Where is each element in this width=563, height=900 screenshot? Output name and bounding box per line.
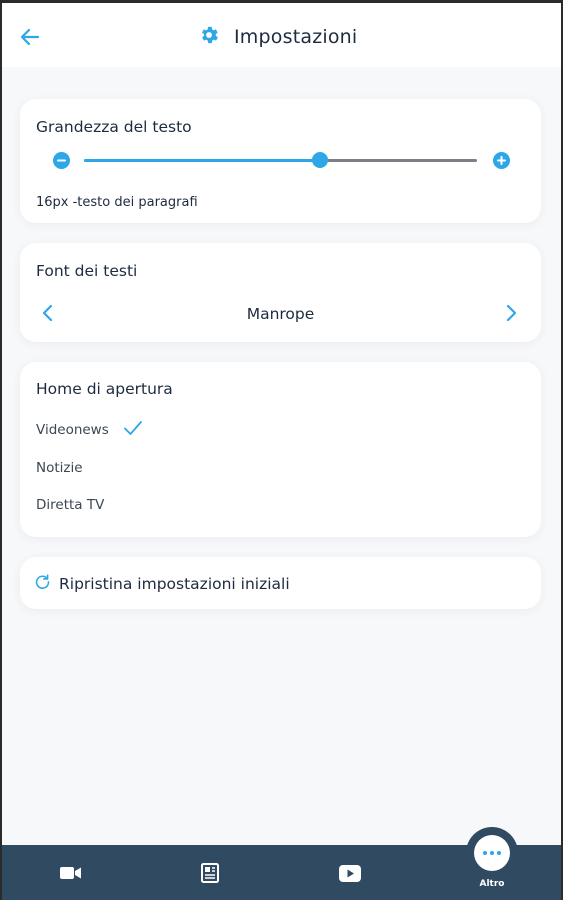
text-size-card: Grandezza del testo 16px -testo dei para… xyxy=(20,99,541,223)
plus-icon[interactable] xyxy=(493,152,510,169)
font-current-value: Manrope xyxy=(246,305,315,323)
home-title: Home di apertura xyxy=(36,380,173,398)
settings-screen: Impostazioni Grandezza del testo 16px -t… xyxy=(2,3,561,900)
arrow-left-icon[interactable] xyxy=(16,23,44,51)
text-size-slider-fill xyxy=(84,159,320,162)
gear-icon xyxy=(198,24,220,50)
header: Impostazioni xyxy=(2,3,561,67)
reset-label: Ripristina impostazioni iniziali xyxy=(59,574,290,593)
reset-card[interactable]: Ripristina impostazioni iniziali xyxy=(20,557,541,609)
reset-icon xyxy=(34,573,51,594)
page-title-group: Impostazioni xyxy=(198,21,357,53)
newspaper-icon[interactable] xyxy=(196,861,224,885)
text-size-title: Grandezza del testo xyxy=(36,118,192,136)
minus-icon[interactable] xyxy=(53,152,70,169)
option-label: Notizie xyxy=(36,460,83,476)
home-option-notizie[interactable]: Notizie xyxy=(36,460,83,476)
option-label: Diretta TV xyxy=(36,497,105,513)
home-option-videonews[interactable]: Videonews xyxy=(36,420,143,440)
text-size-caption: 16px -testo dei paragrafi xyxy=(36,195,198,210)
home-card: Home di apertura Videonews Notizie Diret… xyxy=(20,362,541,537)
more-label: Altro xyxy=(479,879,505,889)
check-icon xyxy=(123,420,143,440)
reset-button[interactable]: Ripristina impostazioni iniziali xyxy=(34,573,290,594)
font-card: Font dei testi Manrope xyxy=(20,243,541,342)
option-label: Videonews xyxy=(36,422,109,438)
font-title: Font dei testi xyxy=(36,262,138,280)
more-dots-icon xyxy=(474,835,510,871)
play-video-icon[interactable] xyxy=(336,861,364,885)
video-camera-icon[interactable] xyxy=(57,861,85,885)
more-button[interactable] xyxy=(466,827,518,879)
home-option-diretta-tv[interactable]: Diretta TV xyxy=(36,497,104,513)
text-size-slider-thumb[interactable] xyxy=(311,152,328,168)
text-size-slider-track[interactable] xyxy=(84,159,477,162)
page-title: Impostazioni xyxy=(234,26,358,48)
chevron-right-icon[interactable] xyxy=(500,301,524,325)
